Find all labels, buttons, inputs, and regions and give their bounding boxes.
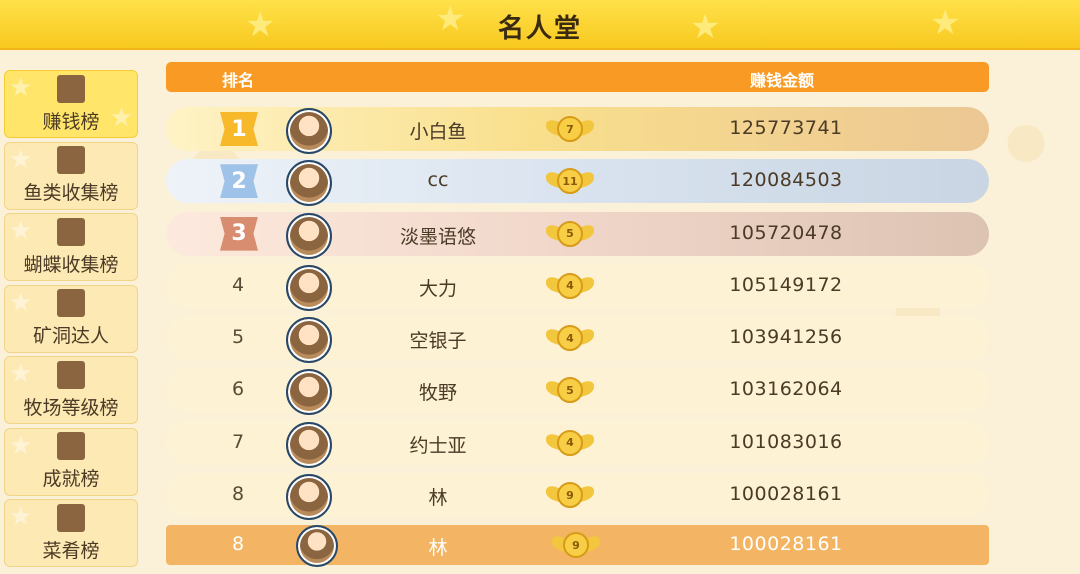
level-badge-icon: 4 xyxy=(546,429,594,457)
money-icon xyxy=(57,74,85,103)
money-amount: 103941256 xyxy=(729,326,843,349)
money-column-header: 赚钱金额 xyxy=(750,71,815,90)
money-amount: 103162064 xyxy=(729,378,843,401)
avatar[interactable] xyxy=(286,474,332,521)
sidebar-item-money-ranking[interactable]: ★ ★ 赚钱榜 xyxy=(4,70,138,138)
player-name: 大力 xyxy=(418,277,457,300)
fish-icon xyxy=(57,146,85,174)
sidebar-item-butterfly-collection[interactable]: ★ 蝴蝶收集榜 xyxy=(4,213,138,281)
level-number: 4 xyxy=(557,429,583,456)
level-number: 5 xyxy=(557,377,583,404)
player-name: 空银子 xyxy=(409,330,467,353)
leaderboard-row[interactable]: 3 淡墨语悠 5 105720478 xyxy=(166,211,989,259)
sidebar-item-fish-collection[interactable]: ★ 鱼类收集榜 xyxy=(4,141,138,210)
star-decoration-icon: ★ xyxy=(109,103,133,133)
sidebar-item-label: 牧场等级榜 xyxy=(23,396,119,419)
rank-number: 8 xyxy=(231,483,245,506)
level-number: 11 xyxy=(557,168,583,195)
player-name: 小白鱼 xyxy=(409,121,467,143)
player-name: 约士亚 xyxy=(409,434,467,457)
star-decoration-icon: ★ xyxy=(9,73,33,103)
butterfly-icon xyxy=(57,217,85,246)
level-badge-icon: 5 xyxy=(546,376,594,404)
rank-column-header: 排名 xyxy=(222,71,255,90)
sidebar-item-achievements[interactable]: ★ 成就榜 xyxy=(4,427,138,496)
player-name: 林 xyxy=(428,487,448,510)
level-badge-icon: 4 xyxy=(546,272,594,300)
trophy-icon xyxy=(57,432,85,460)
leaderboard-row[interactable]: 7 约士亚 4 101083016 xyxy=(166,420,989,468)
rank-number: 6 xyxy=(231,378,245,401)
level-badge-icon: 9 xyxy=(552,531,600,559)
bronze-rank-badge-icon: 3 xyxy=(220,216,258,251)
sidebar: ★ ★ 赚钱榜 ★ 鱼类收集榜 ★ 蝴蝶收集榜 ★ 矿洞达人 ★ 牧场等级榜 ★… xyxy=(4,70,138,571)
sidebar-item-label: 矿洞达人 xyxy=(32,325,109,347)
level-badge-icon: 5 xyxy=(546,220,594,248)
pickaxe-icon xyxy=(57,289,85,317)
title-bar: ★ ★ ★ ★ 名人堂 xyxy=(0,0,1080,48)
player-name: 林 xyxy=(428,537,448,559)
level-number: 9 xyxy=(557,482,583,509)
level-number: 7 xyxy=(557,116,583,142)
sidebar-item-label: 成就榜 xyxy=(42,468,100,490)
level-badge-icon: 7 xyxy=(546,115,594,143)
leaderboard-row[interactable]: 6 牧野 5 103162064 xyxy=(166,368,989,416)
sidebar-item-label: 赚钱榜 xyxy=(42,110,100,133)
player-name: cc xyxy=(427,169,449,192)
rank-number: 5 xyxy=(231,326,245,349)
level-badge-icon: 11 xyxy=(546,167,594,195)
leaderboard-row[interactable]: 4 大力 4 105149172 xyxy=(166,263,989,311)
level-number: 4 xyxy=(557,272,583,299)
star-decoration-icon: ★ xyxy=(9,144,33,175)
sidebar-item-label: 鱼类收集榜 xyxy=(23,182,119,204)
leaderboard-row[interactable]: 8 林 9 100028161 xyxy=(166,473,989,521)
player-name: 淡墨语悠 xyxy=(399,225,476,248)
silver-rank-badge-icon: 2 xyxy=(220,164,258,199)
star-decoration-icon: ★ xyxy=(9,430,33,461)
leaderboard-row[interactable]: 1 小白鱼 7 125773741 xyxy=(166,107,989,154)
dish-icon xyxy=(57,503,85,532)
my-rank-row[interactable]: 8 林 9 100028161 xyxy=(166,525,989,567)
level-badge-icon: 4 xyxy=(546,324,594,352)
gold-rank-badge-icon: 1 xyxy=(220,112,258,146)
money-amount: 125773741 xyxy=(729,117,843,139)
money-amount: 120084503 xyxy=(729,169,843,192)
money-amount: 100028161 xyxy=(729,483,843,506)
sidebar-item-mine-expert[interactable]: ★ 矿洞达人 xyxy=(4,284,138,353)
avatar[interactable] xyxy=(286,108,332,154)
rank-number: 4 xyxy=(231,273,245,296)
leaderboard-list: 1 小白鱼 7 125773741 2 cc 11 120084503 3 淡墨… xyxy=(166,107,989,525)
money-amount: 105149172 xyxy=(729,273,843,296)
avatar[interactable] xyxy=(286,160,332,207)
player-name: 牧野 xyxy=(418,382,457,405)
avatar[interactable] xyxy=(286,317,332,364)
avatar[interactable] xyxy=(286,421,332,468)
page-title: 名人堂 xyxy=(497,14,582,44)
avatar[interactable] xyxy=(286,212,332,259)
table-header: 排名 赚钱金额 xyxy=(166,62,989,92)
money-amount: 105720478 xyxy=(729,221,843,244)
sidebar-item-label: 蝴蝶收集榜 xyxy=(23,253,119,276)
level-number: 4 xyxy=(557,325,583,352)
sidebar-item-dishes[interactable]: ★ 菜肴榜 xyxy=(4,499,138,567)
rank-number: 7 xyxy=(231,430,245,453)
sidebar-item-label: 菜肴榜 xyxy=(42,539,100,562)
avatar[interactable] xyxy=(286,369,332,416)
avatar[interactable] xyxy=(296,525,338,567)
money-amount: 100028161 xyxy=(729,533,843,555)
level-number: 5 xyxy=(557,220,583,247)
star-decoration-icon: ★ xyxy=(9,216,33,246)
star-decoration-icon: ★ xyxy=(9,502,33,532)
rank-number: 8 xyxy=(231,533,245,555)
ranch-icon xyxy=(57,360,85,389)
star-decoration-icon: ★ xyxy=(9,359,33,389)
level-number: 9 xyxy=(563,532,589,558)
money-amount: 101083016 xyxy=(729,430,843,453)
sidebar-item-ranch-level[interactable]: ★ 牧场等级榜 xyxy=(4,356,138,424)
level-badge-icon: 9 xyxy=(546,481,594,509)
leaderboard-row[interactable]: 5 空银子 4 103941256 xyxy=(166,316,989,364)
star-decoration-icon: ★ xyxy=(9,287,33,318)
leaderboard-row[interactable]: 2 cc 11 120084503 xyxy=(166,159,989,207)
avatar[interactable] xyxy=(286,264,332,311)
